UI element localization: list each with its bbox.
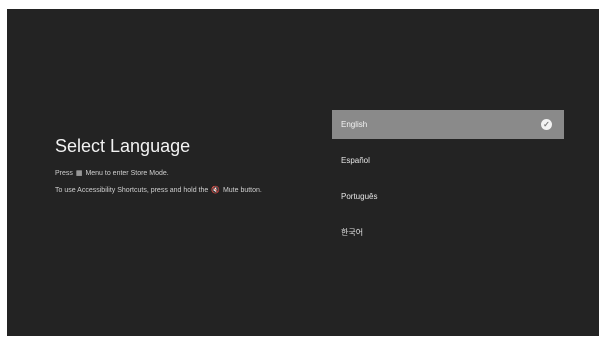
language-label: Español <box>341 156 370 165</box>
language-option-portugues[interactable]: Português <box>332 182 564 211</box>
mute-icon: 🔇 <box>211 187 220 194</box>
language-label: Português <box>341 192 378 201</box>
instruction-text: To use Accessibility Shortcuts, press an… <box>55 187 209 194</box>
checkmark-icon: ✓ <box>541 119 552 130</box>
setup-screen: Select Language Press ▦ Menu to enter St… <box>7 9 599 336</box>
language-list: English ✓ Español Português 한국어 <box>332 110 564 254</box>
page-title: Select Language <box>55 136 191 156</box>
instruction-text: Menu to enter Store Mode. <box>85 170 169 177</box>
language-label: English <box>341 120 368 129</box>
language-option-espanol[interactable]: Español <box>332 146 564 175</box>
store-mode-instruction: Press ▦ Menu to enter Store Mode. <box>55 169 295 179</box>
instruction-text: Press <box>55 170 73 177</box>
instruction-text: Mute button. <box>222 187 262 194</box>
info-panel: Select Language Press ▦ Menu to enter St… <box>55 136 295 203</box>
language-option-korean[interactable]: 한국어 <box>332 218 564 247</box>
language-option-english[interactable]: English ✓ <box>332 110 564 139</box>
language-label: 한국어 <box>341 228 364 237</box>
accessibility-instruction: To use Accessibility Shortcuts, press an… <box>55 186 295 196</box>
menu-icon: ▦ <box>75 170 83 177</box>
